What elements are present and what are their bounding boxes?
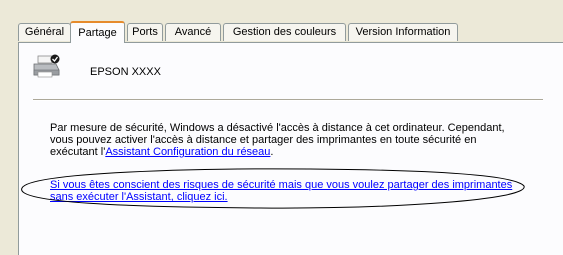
- tab-partage[interactable]: Partage: [70, 21, 125, 43]
- tab-general[interactable]: Général: [18, 23, 71, 41]
- security-message: Par mesure de sécurité, Windows a désact…: [50, 122, 520, 158]
- shared-printer-icon: [32, 53, 62, 79]
- share-without-wizard-link[interactable]: Si vous êtes conscient des risques de sé…: [50, 179, 520, 203]
- tab-avance[interactable]: Avancé: [165, 23, 221, 41]
- network-setup-wizard-link[interactable]: Assistant Configuration du réseau: [105, 146, 270, 158]
- tab-ports[interactable]: Ports: [127, 23, 163, 41]
- divider: [33, 99, 543, 101]
- tab-version-information[interactable]: Version Information: [348, 23, 458, 41]
- tab-gestion-des-couleurs[interactable]: Gestion des couleurs: [223, 23, 346, 41]
- security-message-suffix: .: [270, 146, 274, 158]
- printer-name: EPSON XXXX: [90, 66, 161, 78]
